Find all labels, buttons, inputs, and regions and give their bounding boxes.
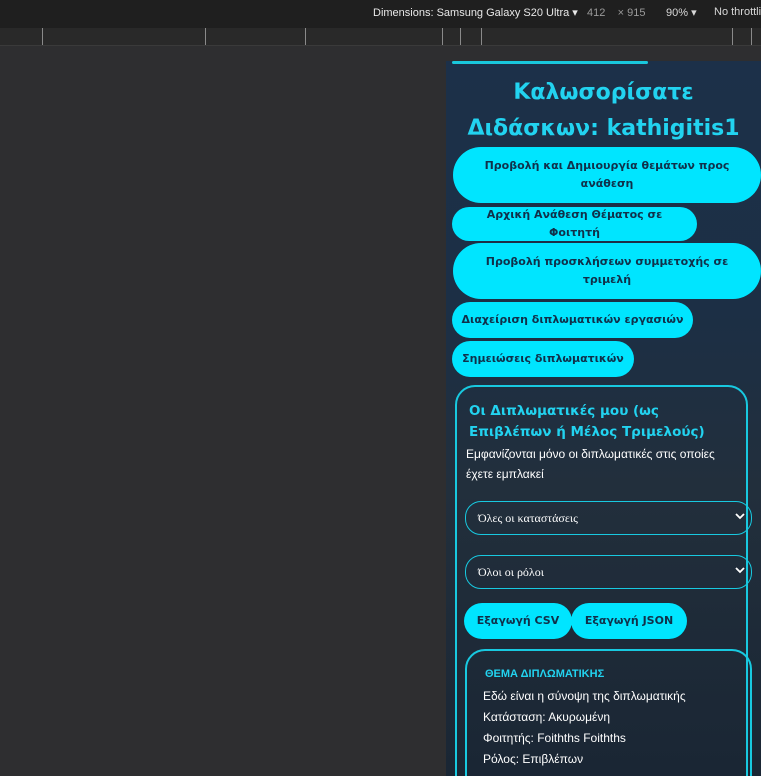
status-filter-value: Όλες οι καταστάσεις — [478, 510, 578, 525]
chevron-down-icon — [735, 567, 745, 574]
my-theses-description: Εμφανίζονται μόνο οι διπλωματικές στις ο… — [466, 447, 715, 481]
role-filter-value: Όλοι οι ρόλοι — [478, 564, 544, 579]
thesis-status: Κατάσταση: Ακυρωμένη — [483, 710, 611, 724]
device-name: Dimensions: Samsung Galaxy S20 Ultra ▾ — [373, 7, 578, 19]
devtools-device-toolbar: Dimensions: Samsung Galaxy S20 Ultra ▾ 4… — [0, 0, 761, 28]
my-theses-title: Οι Διπλωματικές μου (ως Επιβλέπων ή Μέλο… — [469, 403, 705, 440]
export-csv-button[interactable]: Εξαγωγή CSV — [464, 603, 572, 639]
ruler-tick — [205, 28, 206, 45]
thesis-summary: Εδώ είναι η σύνοψη της διπλωματικής — [483, 689, 686, 703]
export-json-button[interactable]: Εξαγωγή JSON — [571, 603, 687, 639]
device-height-input[interactable]: 915 — [627, 7, 645, 19]
device-dimensions-dropdown[interactable]: Dimensions: Samsung Galaxy S20 Ultra ▾ 4… — [373, 6, 645, 19]
ruler-tick — [442, 28, 443, 45]
welcome-line-2: Διδάσκων: kathigitis1 — [467, 116, 740, 141]
device-width-input[interactable]: 412 — [587, 7, 605, 19]
chevron-down-icon — [735, 513, 745, 520]
zoom-dropdown[interactable]: 90% ▾ — [666, 6, 697, 19]
nav-manage-theses-button[interactable]: Διαχείριση διπλωματικών εργασιών — [452, 302, 693, 338]
top-accent-bar — [452, 61, 648, 64]
thesis-item-card[interactable]: ΘΕΜΑ ΔΙΠΛΩΜΑΤΙΚΗΣ Εδώ είναι η σύνοψη της… — [465, 649, 752, 776]
throttling-dropdown[interactable]: No throttli — [714, 6, 761, 18]
status-filter-select[interactable]: Όλες οι καταστάσεις — [465, 501, 752, 535]
role-filter-select[interactable]: Όλοι οι ρόλοι — [465, 555, 752, 589]
thesis-topic-heading: ΘΕΜΑ ΔΙΠΛΩΜΑΤΙΚΗΣ — [485, 668, 605, 680]
nav-view-create-topics-button[interactable]: Προβολή και Δημιουργία θεμάτων προς ανάθ… — [453, 147, 761, 203]
mobile-viewport: Καλωσορίσατε Διδάσκων: kathigitis1 Προβο… — [446, 61, 761, 776]
welcome-line-1: Καλωσορίσατε — [513, 80, 694, 105]
thesis-student: Φοιτητής: Foithths Foithths — [483, 731, 626, 745]
ruler-tick — [751, 28, 752, 45]
nav-committee-invitations-button[interactable]: Προβολή προσκλήσεων συμμετοχής σε τριμελ… — [453, 243, 761, 299]
ruler-tick — [481, 28, 482, 45]
welcome-heading: Καλωσορίσατε Διδάσκων: kathigitis1 — [446, 75, 761, 147]
nav-thesis-notes-button[interactable]: Σημειώσεις διπλωματικών — [452, 341, 634, 377]
ruler-tick — [305, 28, 306, 45]
media-query-ruler[interactable] — [0, 28, 761, 46]
ruler-tick — [42, 28, 43, 45]
nav-assign-topic-button[interactable]: Αρχική Ανάθεση Θέματος σε Φοιτητή — [452, 207, 697, 241]
dimension-times: × — [617, 7, 625, 19]
thesis-role: Ρόλος: Επιβλέπων — [483, 752, 584, 766]
ruler-tick — [732, 28, 733, 45]
ruler-tick — [460, 28, 461, 45]
my-theses-card: Οι Διπλωματικές μου (ως Επιβλέπων ή Μέλο… — [455, 385, 752, 776]
